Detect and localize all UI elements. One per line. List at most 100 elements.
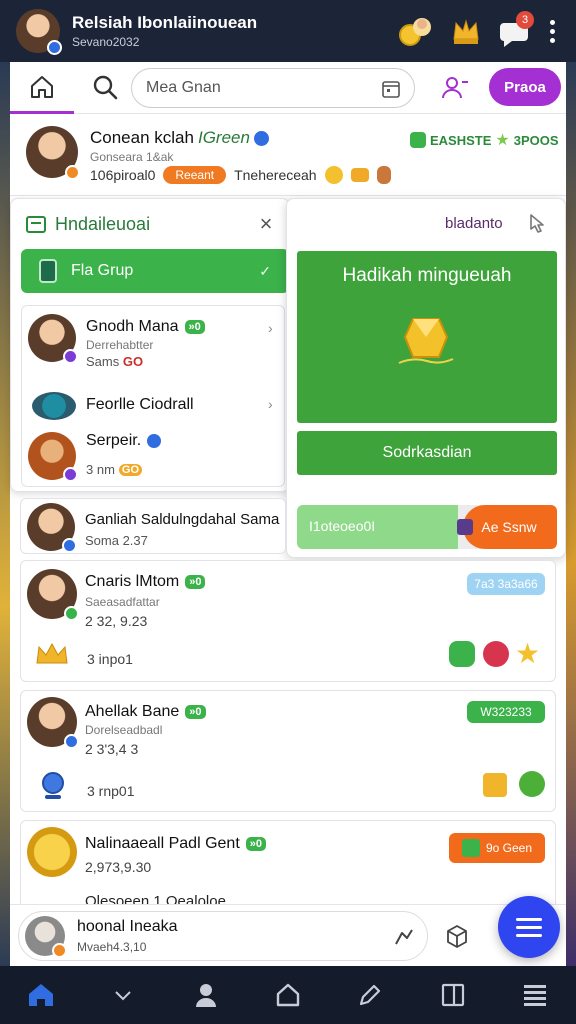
share-icon[interactable]: [393, 926, 415, 948]
member-item[interactable]: Gnodh Mana »0 Derrehabtter Sams GO ›: [22, 306, 286, 382]
nav-profile[interactable]: [186, 975, 226, 1015]
member-meta: Sams: [86, 354, 120, 369]
feed-meta: 2,973,9.30: [85, 859, 152, 875]
group-button[interactable]: Fla Grup ✓: [21, 249, 289, 293]
heart-icon: [483, 641, 509, 667]
member-avatar: [28, 432, 78, 482]
account-avatar[interactable]: [16, 9, 62, 55]
verified-icon: [52, 943, 67, 958]
group-popup: Hndaileuoai × Fla Grup ✓ Gnodh Mana »0 D…: [10, 198, 290, 492]
verified-icon: [62, 538, 77, 553]
coin-avatar: [27, 827, 77, 877]
verified-icon: [63, 349, 78, 364]
close-icon[interactable]: ×: [255, 213, 277, 235]
person-icon: [195, 984, 216, 1007]
chevron-down-icon: [115, 991, 132, 1001]
chat-icon[interactable]: 3: [496, 11, 536, 51]
home-tab[interactable]: [10, 62, 74, 114]
group-button-label: Fla Grup: [71, 262, 134, 279]
feed-badge: W323233: [467, 701, 545, 723]
bottom-user-pill[interactable]: hoonal Ineaka Mvaeh4.3,10: [18, 911, 428, 961]
feed-card[interactable]: Ganliah Saldulngdahal Sama Soma 2.37: [20, 498, 286, 554]
edit-icon: [360, 984, 381, 1006]
group-popup-title: Hndaileuoai: [55, 213, 151, 234]
nav-edit[interactable]: [350, 975, 390, 1015]
verified-icon: [147, 434, 162, 448]
feed-card[interactable]: Cnaris lMtom »0 Saeasadfattar 2 32, 9.23…: [20, 560, 556, 682]
feed-tag: »0: [245, 837, 267, 851]
verified-icon: [253, 130, 269, 146]
verified-icon: [47, 40, 62, 55]
box-icon[interactable]: [444, 923, 470, 949]
home-icon: [31, 75, 53, 98]
search-placeholder: Mea Gnan: [146, 79, 221, 96]
member-tag: »0: [184, 320, 205, 334]
crown-icon[interactable]: [446, 11, 486, 51]
book-icon: [441, 983, 464, 1007]
search-icon[interactable]: [90, 72, 122, 104]
profile-right-tag-1: EASHSTE: [430, 132, 492, 148]
reward-cta-button[interactable]: Ae Ssnw: [457, 505, 557, 549]
group-icon: [26, 216, 46, 233]
member-item[interactable]: Feorlle Ciodrall ›: [22, 386, 286, 426]
chevron-right-icon: ›: [268, 320, 273, 336]
primary-button[interactable]: Praoa: [489, 68, 561, 106]
coin-stack-icon: [350, 168, 369, 182]
gift-icon: [457, 519, 474, 535]
reward-banner: Hadikah mingueuah: [297, 251, 557, 423]
member-item[interactable]: Serpeir. 3 nm GO: [22, 428, 286, 486]
calendar-icon[interactable]: [380, 78, 402, 100]
verified-icon: [65, 165, 80, 180]
phone-icon: [39, 259, 57, 283]
feed-name: Cnaris lMtom: [85, 573, 180, 590]
reward-popup-header: bladanto: [445, 215, 503, 232]
reward-action-button[interactable]: Sodrkasdian: [297, 431, 557, 475]
nav-expand[interactable]: [103, 975, 143, 1015]
bottom-navigation: [0, 966, 576, 1024]
verified-icon: [64, 734, 79, 749]
menu-lines-icon: [516, 917, 542, 921]
feed-tag: »0: [185, 575, 206, 589]
profile-avatar[interactable]: [26, 126, 80, 180]
feed-name: Nalinaaeall Padl Gent: [85, 835, 240, 852]
profile-row: Conean kclah IGreen Gonseara 1&ak 106pir…: [10, 114, 566, 196]
check-icon: ✓: [259, 262, 271, 279]
nav-house[interactable]: [268, 975, 308, 1015]
feed-avatar: [27, 569, 79, 621]
profile-badge[interactable]: Reeant: [163, 166, 227, 184]
pointer-icon[interactable]: [523, 211, 549, 237]
feed-card[interactable]: Nalinaaeall Padl Gent »0 2,973,9.30 9o G…: [20, 820, 556, 916]
profile-extra: Tnehereceah: [234, 167, 317, 183]
profile-sub: Gonseara 1&ak: [90, 150, 174, 164]
nav-book[interactable]: [433, 975, 473, 1015]
profile-name: Conean kclah: [90, 128, 194, 147]
nav-menu[interactable]: [515, 975, 555, 1015]
background-edge-left: [0, 62, 10, 970]
verified-icon: [63, 467, 78, 482]
member-list: Gnodh Mana »0 Derrehabtter Sams GO › Feo…: [21, 305, 285, 487]
trophy-icon: [483, 773, 507, 797]
feed-badge-label: 9o Geen: [485, 841, 533, 855]
house-outline-icon: [276, 983, 300, 1007]
home-icon: [29, 984, 54, 1006]
feed-card[interactable]: Ahellak Bane »0 Dorelseadbadl 2 3'3,4 3 …: [20, 690, 556, 812]
search-input[interactable]: Mea Gnan: [131, 68, 415, 108]
star-icon: ★: [515, 638, 541, 669]
add-user-icon[interactable]: [440, 73, 470, 103]
reward-cta-label: Ae Ssnw: [481, 519, 537, 535]
chevron-right-icon: ›: [268, 396, 273, 412]
app-title: Relsiah Ibonlaiinouean: [72, 13, 258, 32]
gift-icon: [461, 839, 480, 857]
nav-home[interactable]: [21, 975, 61, 1015]
more-vert-icon[interactable]: [542, 11, 562, 51]
coins-icon[interactable]: [396, 11, 436, 51]
reward-banner-title: Hadikah mingueuah: [342, 265, 512, 286]
top-app-bar: Relsiah Ibonlaiinouean Sevano2032 3: [0, 0, 576, 62]
feed-sub: Soma 2.37: [85, 533, 148, 548]
verified-icon: [64, 606, 79, 621]
profile-right-tag-2: 3POOS: [513, 132, 559, 148]
clover-icon: [519, 771, 545, 797]
compose-fab[interactable]: [498, 896, 560, 958]
member-meta-accent: GO: [118, 463, 143, 476]
figure-icon: [376, 166, 391, 184]
